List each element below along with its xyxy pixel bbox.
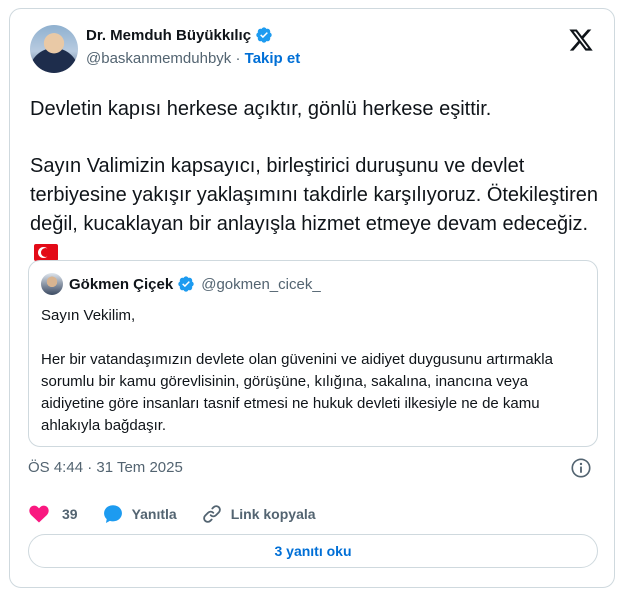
copy-link-label: Link kopyala [230, 506, 316, 522]
quote-author-handle: @gokmen_cicek_ [201, 275, 321, 293]
quote-author-row: Gökmen Çiçek @gokmen_cicek_ [69, 275, 321, 293]
verified-badge-icon [178, 276, 194, 292]
turkish-flag-icon [34, 244, 58, 261]
quote-author-name: Gökmen Çiçek [69, 275, 174, 293]
tweet-timestamp[interactable]: ÖS 4:44 · 31 Tem 2025 [28, 459, 183, 476]
quote-greeting: Sayın Vekilim, [41, 307, 136, 324]
reply-bubble-icon [103, 505, 122, 523]
author-name-row[interactable]: Dr. Memduh Büyükkılıç [86, 26, 273, 44]
author-subline: @baskanmemduhbyk · Takip et [86, 50, 300, 67]
quoted-tweet[interactable]: Gökmen Çiçek @gokmen_cicek_ Sayın Vekili… [28, 260, 598, 447]
quote-author-avatar [41, 273, 63, 295]
tweet-text: Devletin kapısı herkese açıktır, gönlü h… [30, 95, 605, 268]
read-replies-button[interactable]: 3 yanıtı oku [28, 534, 598, 568]
tweet-card: Dr. Memduh Büyükkılıç @baskanmemduhbyk ·… [9, 8, 615, 588]
quote-text: Sayın Vekilim, Her bir vatandaşımızın de… [41, 305, 581, 437]
action-bar: 39 Yanıtla Link kopyala [28, 502, 340, 526]
link-icon [202, 505, 221, 523]
author-name[interactable]: Dr. Memduh Büyükkılıç [86, 27, 251, 44]
reply-label: Yanıtla [131, 506, 177, 522]
author-avatar[interactable] [30, 25, 78, 73]
copy-link-button[interactable]: Link kopyala [201, 503, 316, 525]
like-count: 39 [62, 506, 78, 522]
info-icon[interactable] [570, 457, 592, 479]
author-handle[interactable]: @baskanmemduhbyk [86, 50, 231, 67]
heart-icon [29, 505, 49, 523]
quote-body: Her bir vatandaşımızın devlete olan güve… [41, 351, 553, 434]
like-button[interactable]: 39 [28, 503, 78, 525]
tweet-line-1: Devletin kapısı herkese açıktır, gönlü h… [30, 98, 492, 120]
separator-dot: · [235, 50, 241, 67]
verified-badge-icon [256, 27, 272, 43]
x-logo-icon[interactable] [568, 27, 594, 53]
tweet-line-2: Sayın Valimizin kapsayıcı, birleştirici … [30, 155, 598, 235]
reply-button[interactable]: Yanıtla [102, 503, 177, 525]
follow-button[interactable]: Takip et [245, 50, 301, 67]
tweet-paragraph-2: Sayın Valimizin kapsayıcı, birleştirici … [30, 152, 605, 268]
